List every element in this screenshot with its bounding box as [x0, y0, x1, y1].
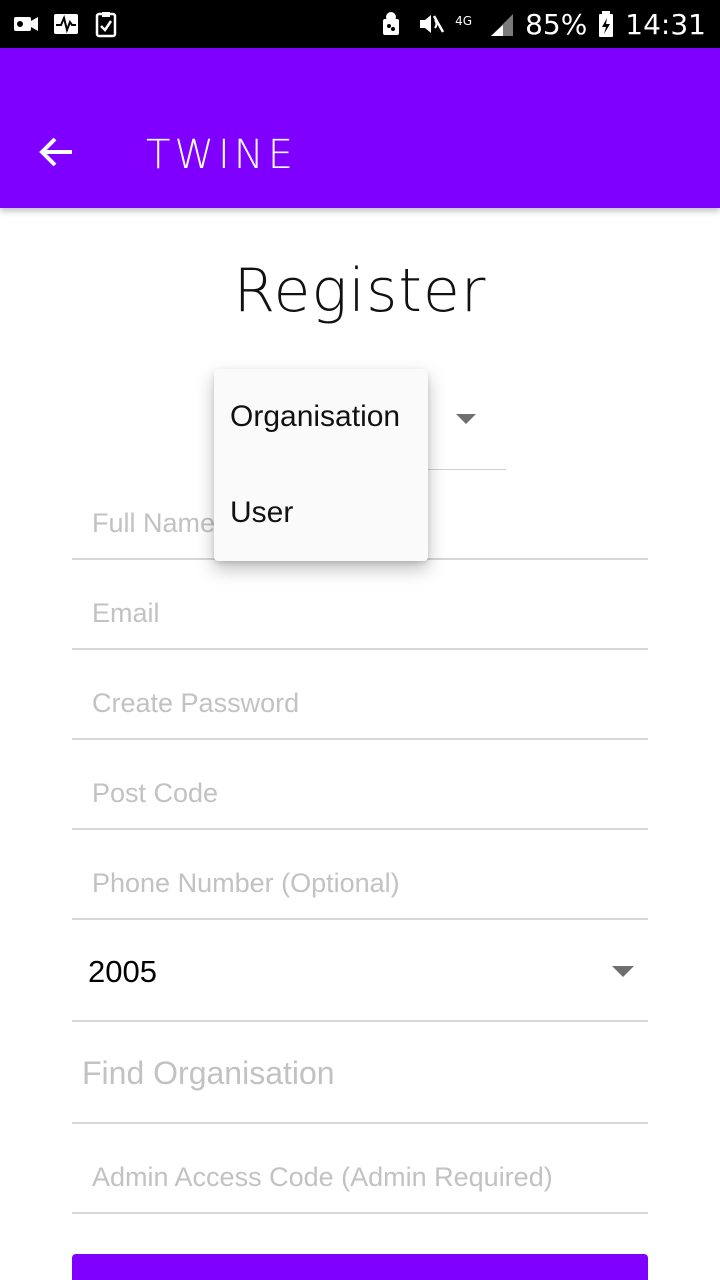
postcode-input[interactable] — [72, 740, 648, 828]
phone-input[interactable] — [72, 830, 648, 918]
back-button[interactable] — [30, 130, 82, 178]
app-title: TWINE — [146, 132, 297, 178]
status-right: 4G 85% 14:31 — [379, 6, 706, 42]
submit-button[interactable] — [72, 1254, 648, 1280]
status-bar: 4G 85% 14:31 — [0, 0, 720, 48]
password-input[interactable] — [72, 650, 648, 738]
android-icon — [379, 10, 407, 38]
status-left-icons — [12, 10, 120, 38]
activity-icon — [52, 10, 80, 38]
role-dropdown-menu: Organisation User — [214, 369, 428, 561]
page-title: Register — [233, 256, 487, 326]
admin-code-input[interactable] — [72, 1124, 648, 1212]
find-organisation-input[interactable] — [72, 1022, 648, 1122]
password-field[interactable] — [72, 650, 648, 740]
year-select[interactable]: 2005 — [72, 920, 648, 1022]
mute-icon — [417, 10, 445, 38]
clipboard-check-icon — [92, 10, 120, 38]
arrow-left-icon — [38, 136, 74, 173]
battery-percentage: 85% — [525, 7, 588, 41]
clock: 14:31 — [625, 7, 706, 41]
app-bar: TWINE — [0, 48, 720, 208]
network-4g-icon: 4G — [455, 10, 477, 38]
signal-icon — [487, 10, 515, 38]
admin-code-field[interactable] — [72, 1124, 648, 1214]
chevron-down-icon — [612, 966, 634, 977]
network-type-label: 4G — [455, 14, 472, 28]
postcode-field[interactable] — [72, 740, 648, 830]
menu-item-organisation[interactable]: Organisation — [214, 369, 428, 465]
menu-item-user[interactable]: User — [214, 465, 428, 561]
battery-charging-icon — [597, 10, 615, 38]
phone-field[interactable] — [72, 830, 648, 920]
email-field[interactable] — [72, 560, 648, 650]
chevron-down-icon — [456, 414, 476, 424]
find-organisation-field[interactable] — [72, 1022, 648, 1124]
year-value: 2005 — [88, 954, 157, 989]
camera-icon — [12, 10, 40, 38]
email-input[interactable] — [72, 560, 648, 648]
